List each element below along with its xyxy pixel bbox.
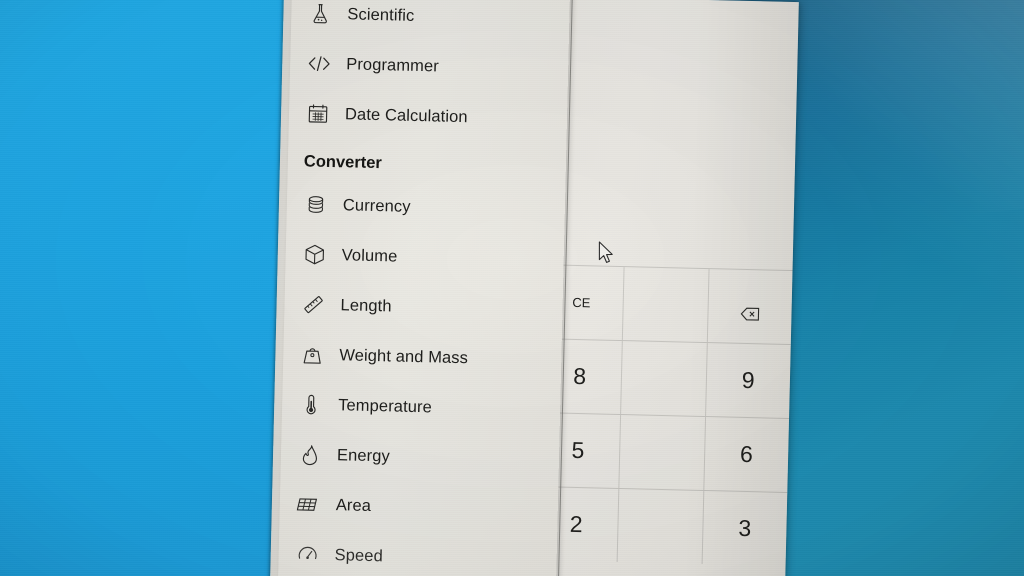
keypad-button-blank[interactable] [620, 341, 707, 417]
nav-section-header-converter: Converter [303, 152, 383, 173]
calculator-keypad: CE 8 9 5 6 2 3 [532, 264, 793, 576]
ruler-icon [300, 292, 327, 317]
nav-item-label: Temperature [337, 395, 433, 416]
mouse-cursor [598, 241, 616, 267]
nav-item-length[interactable]: Length [284, 279, 563, 336]
keypad-button-9[interactable]: 9 [704, 343, 791, 419]
nav-item-label: Speed [334, 545, 384, 565]
navigation-flyout: Scientific Programmer Date Calculation C… [277, 0, 570, 576]
nav-item-scientific[interactable]: Scientific [291, 0, 570, 45]
flame-icon [297, 442, 324, 467]
nav-item-label: Scientific [347, 4, 415, 25]
nav-item-label: Area [335, 495, 372, 515]
nav-item-currency[interactable]: Currency [286, 179, 565, 236]
cube-icon [301, 242, 328, 267]
nav-item-label: Volume [341, 245, 398, 266]
nav-item-label: Weight and Mass [339, 345, 469, 367]
nav-item-area[interactable]: Area [279, 479, 558, 536]
keypad-row: CE [537, 264, 793, 345]
weight-icon [299, 342, 326, 367]
keypad-button-3[interactable]: 3 [701, 491, 788, 566]
keypad-button-backspace[interactable] [706, 269, 793, 345]
keypad-row: 2 3 [532, 486, 788, 566]
nav-item-volume[interactable]: Volume [285, 229, 564, 286]
nav-item-label: Energy [336, 445, 391, 465]
screen-photo: CE 8 9 5 6 2 3 Scientific Programmer Dat… [0, 0, 1024, 576]
speedometer-icon [294, 542, 321, 567]
nav-item-date-calculation[interactable]: Date Calculation [288, 88, 567, 145]
keypad-row: 5 6 [534, 412, 790, 492]
keypad-button-blank[interactable] [616, 489, 703, 564]
nav-item-speed[interactable]: Speed [278, 529, 557, 576]
nav-item-label: Length [340, 295, 392, 315]
nav-item-energy[interactable]: Energy [280, 429, 559, 486]
nav-item-programmer[interactable]: Programmer [290, 38, 569, 95]
keypad-button-blank[interactable] [618, 415, 705, 491]
keypad-button-6[interactable]: 6 [702, 417, 790, 492]
keypad-button-blank[interactable] [622, 267, 709, 343]
nav-item-label: Currency [342, 195, 411, 216]
backspace-icon [740, 299, 760, 321]
flask-icon [307, 1, 334, 26]
nav-item-label: Date Calculation [344, 104, 468, 126]
nav-item-temperature[interactable]: Temperature [282, 379, 561, 436]
thermometer-icon [298, 392, 325, 417]
calendar-icon [305, 101, 332, 126]
nav-item-weight-and-mass[interactable]: Weight and Mass [283, 329, 562, 386]
keypad-row: 8 9 [536, 338, 791, 419]
code-brackets-icon [306, 51, 333, 76]
grid-icon [296, 492, 323, 517]
nav-item-label: Programmer [346, 54, 440, 75]
coin-stack-icon [303, 192, 330, 217]
